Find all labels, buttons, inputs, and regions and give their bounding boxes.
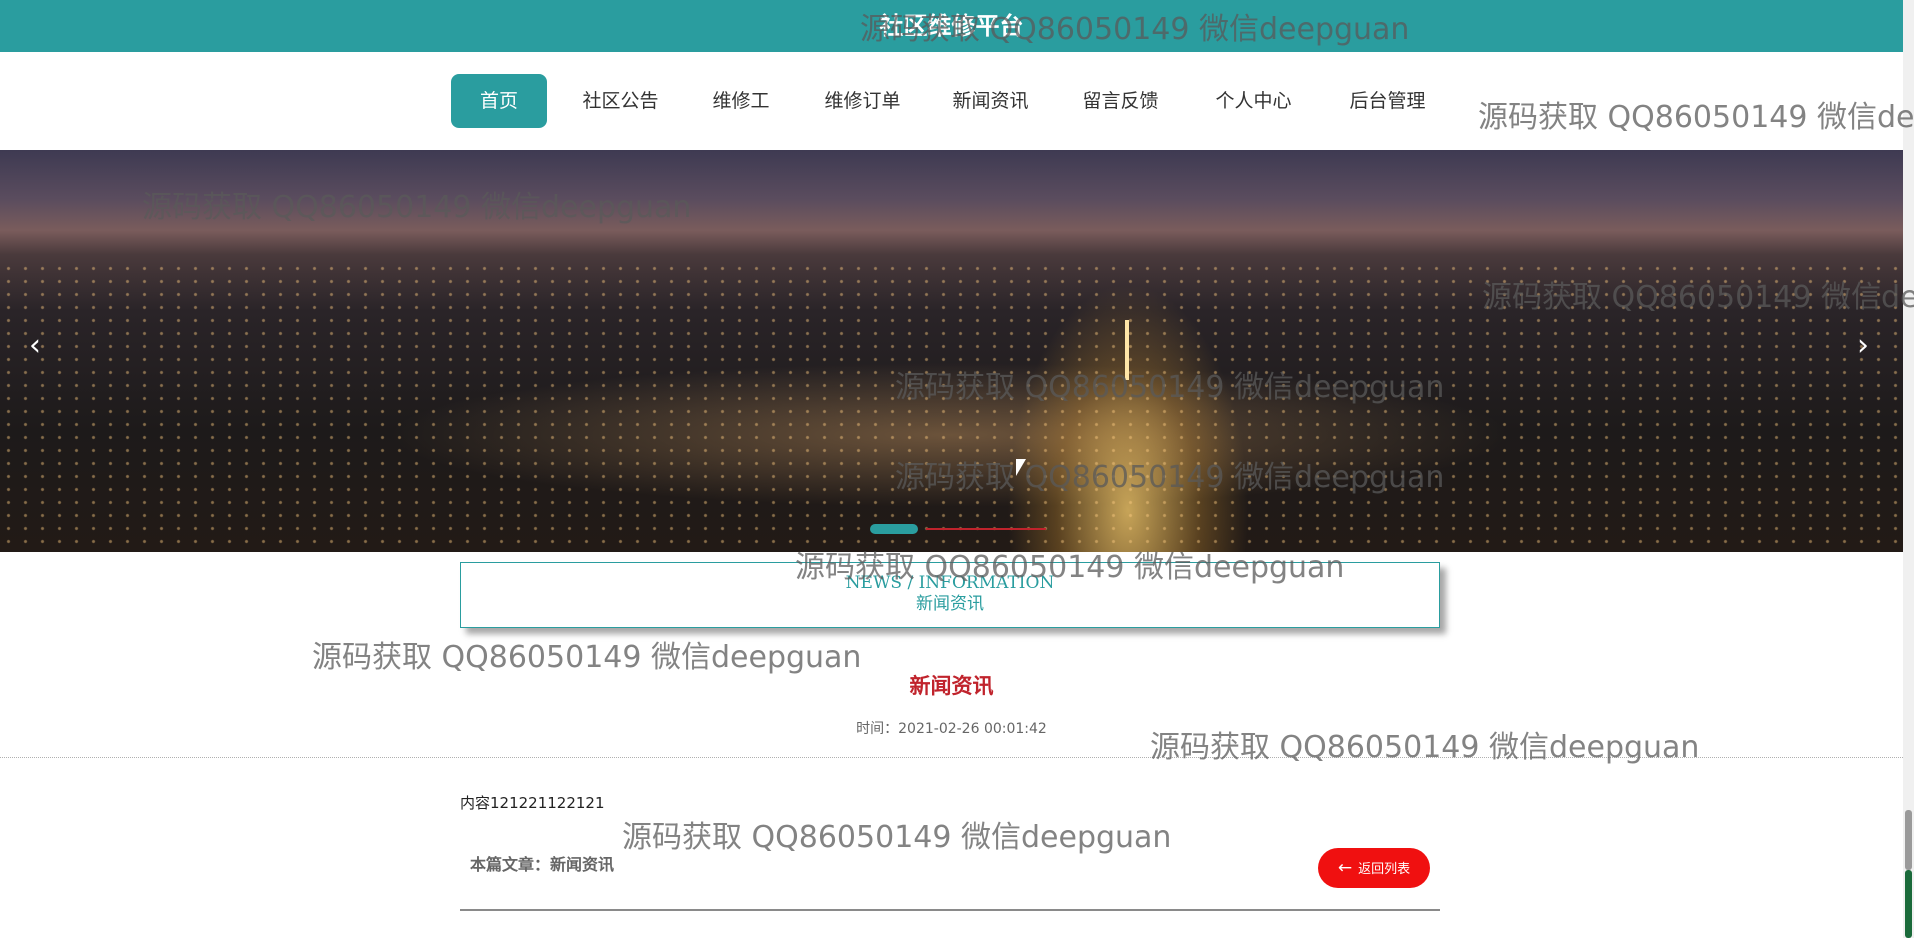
nav-item-announcements[interactable]: 社区公告	[568, 74, 673, 128]
article-time: 时间：2021-02-26 00:01:42	[856, 721, 1047, 737]
section-title-cn: 新闻资讯	[916, 594, 984, 614]
scrollbar-thumb-tail	[1905, 870, 1912, 938]
nav-item-news[interactable]: 新闻资讯	[938, 74, 1043, 128]
carousel-indicators	[870, 524, 1050, 534]
article-category: 本篇文章：新闻资讯	[470, 855, 615, 874]
article-content: 内容121221122121	[460, 794, 605, 812]
watermark: 源码获取 QQ86050149 微信deepguan	[622, 820, 1172, 855]
nav-item-profile[interactable]: 个人中心	[1201, 74, 1306, 128]
nav-item-repairmen[interactable]: 维修工	[700, 74, 782, 128]
carousel-dot-active[interactable]	[870, 524, 918, 534]
nav-item-repair-orders[interactable]: 维修订单	[810, 74, 915, 128]
nav-item-feedback[interactable]: 留言反馈	[1068, 74, 1173, 128]
arrow-left-icon: ←	[1337, 858, 1353, 878]
scrollbar-thumb[interactable]	[1905, 810, 1912, 870]
main-nav: 首页 社区公告 维修工 维修订单 新闻资讯 留言反馈 个人中心 后台管理	[0, 52, 1903, 150]
page-scrollbar[interactable]	[1903, 0, 1914, 938]
divider	[0, 757, 1903, 758]
back-to-list-button[interactable]: ← 返回列表	[1318, 848, 1430, 888]
section-title-en: NEWS / INFORMATION	[845, 573, 1055, 593]
nav-item-home[interactable]: 首页	[451, 74, 547, 128]
banner-carousel	[0, 150, 1903, 552]
nav-item-admin[interactable]: 后台管理	[1335, 74, 1440, 128]
article-title: 新闻资讯	[909, 674, 994, 698]
site-title: 社区维修平台	[879, 12, 1024, 40]
carousel-dot[interactable]	[926, 528, 1046, 530]
section-header: NEWS / INFORMATION 新闻资讯	[460, 562, 1440, 628]
divider	[460, 909, 1440, 911]
back-to-list-label: 返回列表	[1358, 862, 1411, 877]
top-bar: 社区维修平台	[0, 0, 1903, 52]
banner-image-tower	[1125, 320, 1129, 380]
chevron-left-icon[interactable]: ‹	[20, 326, 50, 366]
chevron-right-icon[interactable]: ›	[1848, 326, 1878, 366]
